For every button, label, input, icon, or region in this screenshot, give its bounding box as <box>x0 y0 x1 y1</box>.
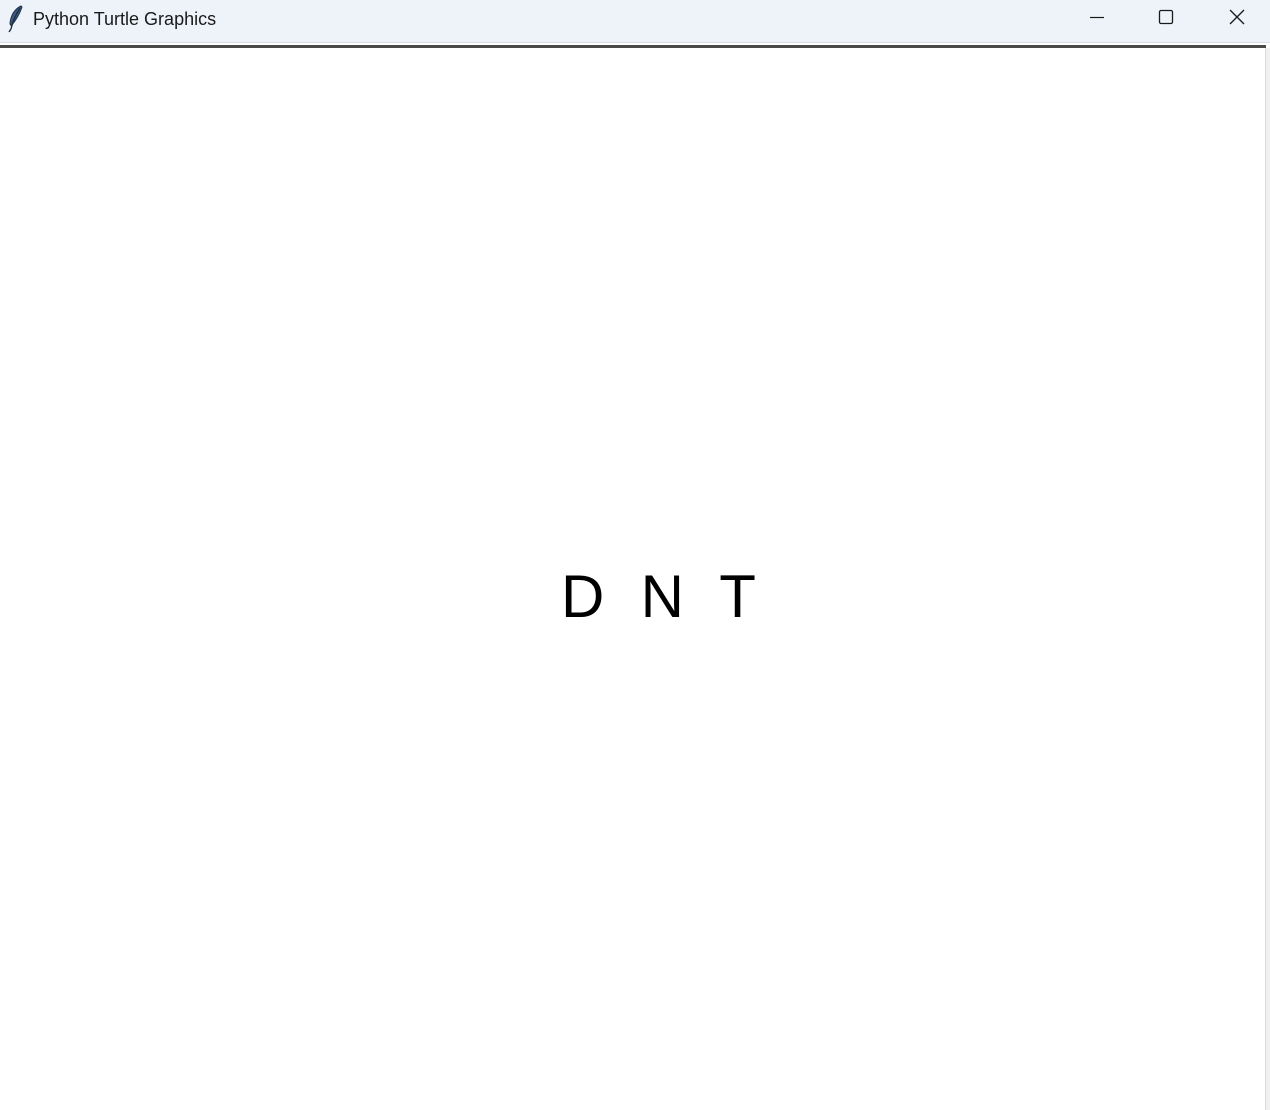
window-right-edge <box>1265 48 1270 1110</box>
title-bar[interactable]: Python Turtle Graphics <box>0 0 1270 43</box>
minimize-icon <box>1089 9 1105 30</box>
feather-icon <box>7 5 25 33</box>
turtle-drawn-text: D N T <box>561 563 757 630</box>
maximize-icon <box>1158 9 1174 30</box>
minimize-button[interactable] <box>1062 0 1132 38</box>
close-button[interactable] <box>1202 0 1270 38</box>
maximize-button[interactable] <box>1131 0 1201 38</box>
window-title: Python Turtle Graphics <box>33 9 217 29</box>
close-icon <box>1228 8 1246 31</box>
turtle-window: Python Turtle Graphics D N T <box>0 0 1270 1110</box>
